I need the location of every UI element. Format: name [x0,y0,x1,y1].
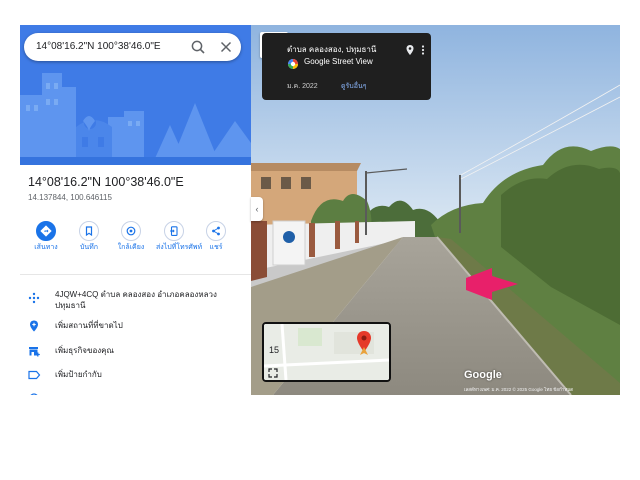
divider [20,274,251,275]
more-options-icon[interactable] [420,43,426,55]
add-business-text: เพิ่มธุรกิจของคุณ [55,346,114,355]
search-box: 14°08'16.2"N 100°38'46.0"E [24,33,241,61]
mini-map[interactable]: 15 [262,322,391,382]
street-view[interactable]: ตำบล คลองสอง, ปทุมธานี Google Street Vie… [251,25,620,395]
attribution-text: เลสต์ทางเพศ: ม.ค. 2022 © 2025 Google ไทย… [464,387,574,392]
street-view-info-card: ตำบล คลองสอง, ปทุมธานี Google Street Vie… [262,33,431,100]
street-view-see-more-link[interactable]: ดูรับอื่นๆ [341,81,367,92]
label-icon [27,368,41,382]
add-business-row[interactable]: เพิ่มธุรกิจของคุณ [20,342,251,362]
street-view-date: ม.ค. 2022 [287,83,318,90]
plus-code-icon [27,291,41,305]
nearby-button[interactable]: ใกล้เคียง [113,221,149,252]
place-decimal-coords[interactable]: 14.137844, 100.646115 [28,193,112,202]
bookmark-icon [79,221,99,241]
pink-arrow-icon [464,266,520,302]
expand-map-icon[interactable] [267,366,279,378]
history-icon [27,391,41,395]
add-label-row[interactable]: เพิ่มป้ายกำกับ [20,366,251,386]
hero-illustration: 14°08'16.2"N 100°38'46.0"E [20,25,251,165]
plus-code-row[interactable]: 4JQW+4CQ ตำบล คลองสอง อำเภอคลองหลวง ปทุม… [20,286,251,314]
send-to-phone-label: ส่งไปที่โทรศัพท์ [156,244,203,251]
close-icon[interactable] [217,38,235,56]
share-icon [206,221,226,241]
maps-window: 14°08'16.2"N 100°38'46.0"E 14°08'16.2"N … [20,25,620,395]
directions-label: เส้นทาง [34,244,58,251]
add-label-text: เพิ่มป้ายกำกับ [55,370,102,379]
plus-code-text: 4JQW+4CQ ตำบล คลองสอง อำเภอคลองหลวง ปทุม… [55,290,217,310]
send-to-phone-icon [164,221,184,241]
add-place-icon [27,319,41,333]
google-maps-logo-icon [287,57,299,69]
nearby-label: ใกล้เคียง [117,244,145,251]
map-pin-icon [355,330,373,356]
share-button[interactable]: แชร์ [198,221,234,252]
directions-icon [36,221,56,241]
place-title: 14°08'16.2"N 100°38'46.0"E [28,175,184,189]
street-view-place: ตำบล คลองสอง, ปทุมธานี [287,45,377,54]
save-label: บันทึก [79,244,99,251]
nearby-icon [121,221,141,241]
mini-map-label: 15 [269,345,280,355]
location-pin-icon[interactable] [405,43,415,55]
place-panel: 14°08'16.2"N 100°38'46.0"E 14°08'16.2"N … [20,25,251,395]
google-logo: Google [464,369,502,381]
directions-button[interactable]: เส้นทาง [28,221,64,252]
add-missing-place-row[interactable]: เพิ่มสถานที่ที่ขาดไป [20,317,251,337]
chevron-left-icon: ‹ [255,204,259,214]
search-icon[interactable] [189,38,207,56]
partial-row [20,389,251,395]
business-icon [27,344,41,358]
action-bar: เส้นทาง บันทึก ใกล้เคียง ส่งไปที่โทรศัพท… [20,221,251,261]
save-button[interactable]: บันทึก [71,221,107,252]
add-missing-place-text: เพิ่มสถานที่ที่ขาดไป [55,321,123,330]
collapse-panel-button[interactable]: ‹ [251,197,263,221]
share-label: แชร์ [209,244,223,251]
search-input[interactable]: 14°08'16.2"N 100°38'46.0"E [36,41,161,52]
street-view-brand: Google Street View [304,57,373,66]
send-to-phone-button[interactable]: ส่งไปที่โทรศัพท์ [156,221,203,252]
